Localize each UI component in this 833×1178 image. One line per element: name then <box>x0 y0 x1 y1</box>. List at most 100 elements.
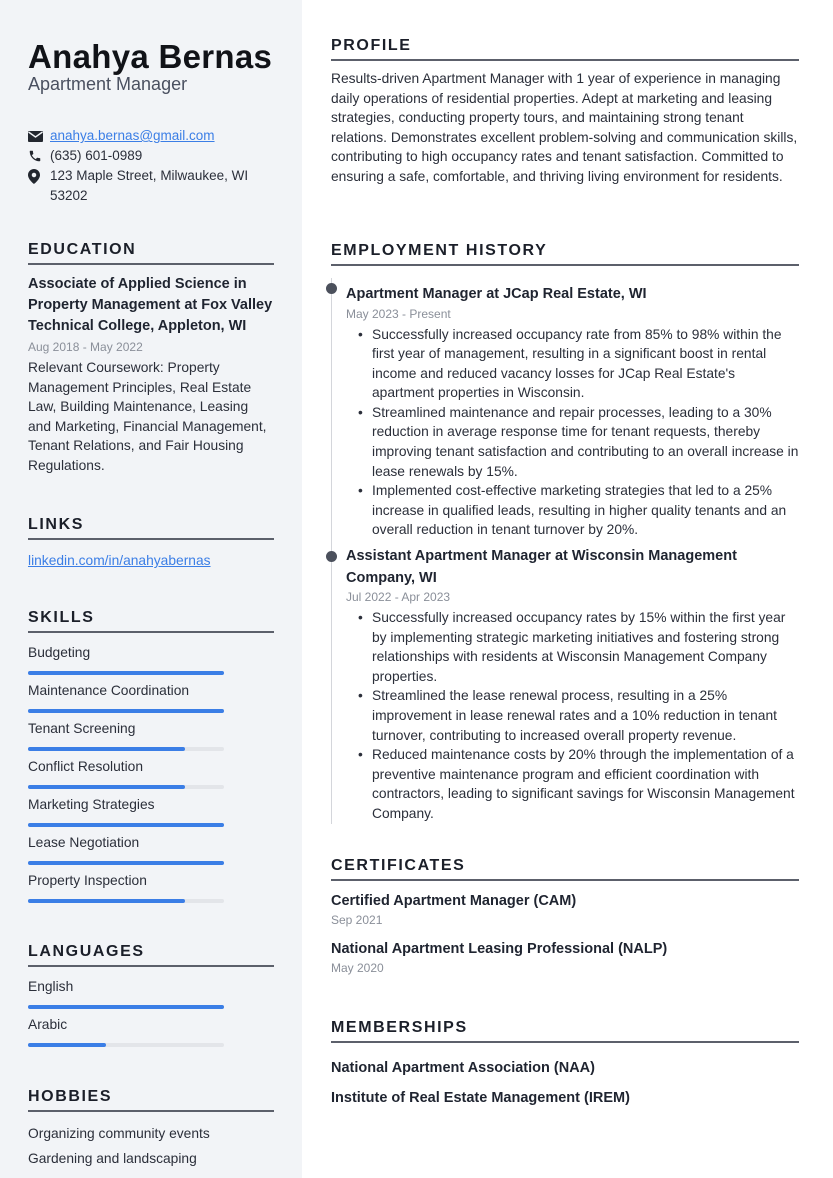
languages-list: English Arabic <box>28 973 274 1049</box>
sidebar: Anahya Bernas Apartment Manager anahya.b… <box>0 0 302 1178</box>
phone-number: (635) 601-0989 <box>50 148 143 163</box>
employment-section: EMPLOYMENT HISTORY Apartment Manager at … <box>326 242 799 830</box>
hobbies-heading: HOBBIES <box>28 1088 274 1112</box>
phone-icon <box>28 146 50 166</box>
skill-level-track <box>28 671 224 675</box>
membership-item: Institute of Real Estate Management (IRE… <box>331 1090 630 1106</box>
skill-level-fill <box>28 823 224 827</box>
memberships-section: MEMBERSHIPS National Apartment Associati… <box>331 1019 799 1113</box>
hobby-item: Gardening and landscaping <box>28 1150 197 1166</box>
language-level-fill <box>28 1005 224 1009</box>
job-bullet: Successfully increased occupancy rates b… <box>346 608 799 686</box>
linkedin-link[interactable]: linkedin.com/in/anahyabernas <box>28 553 274 568</box>
contact-info: anahya.bernas@gmail.com (635) 601-0989 1… <box>28 126 278 206</box>
contact-phone: (635) 601-0989 <box>28 146 278 166</box>
job-dates: May 2023 - Present <box>346 306 451 321</box>
envelope-icon <box>28 126 50 146</box>
skill-label: Budgeting <box>28 645 91 660</box>
skill-label: Property Inspection <box>28 873 147 888</box>
profile-text: Results-driven Apartment Manager with 1 … <box>331 71 798 184</box>
education-description: Relevant Coursework: Property Management… <box>28 360 267 473</box>
links-section: LINKS linkedin.com/in/anahyabernas <box>28 516 274 568</box>
employment-timeline: Apartment Manager at JCap Real Estate, W… <box>326 278 799 824</box>
certificate-title: Certified Apartment Manager (CAM) <box>331 893 577 909</box>
certificate-date: Sep 2021 <box>331 913 383 927</box>
skill-level-track <box>28 861 224 865</box>
job-bullets: Successfully increased occupancy rates b… <box>346 608 799 824</box>
language-item: English <box>28 973 274 1011</box>
candidate-name: Anahya Bernas <box>28 38 273 75</box>
job-entry: Assistant Apartment Manager at Wisconsin… <box>326 546 799 824</box>
skill-level-fill <box>28 671 224 675</box>
job-bullet: Streamlined the lease renewal process, r… <box>346 686 799 745</box>
contact-address: 123 Maple Street, Milwaukee, WI 53202 <box>28 166 278 206</box>
skill-level-track <box>28 709 224 713</box>
profile-section: PROFILE Results-driven Apartment Manager… <box>331 37 799 187</box>
certificate-item: National Apartment Leasing Professional … <box>331 939 799 977</box>
job-dates: Jul 2022 - Apr 2023 <box>346 590 451 605</box>
skill-level-fill <box>28 899 185 903</box>
timeline-dot-icon <box>326 283 337 294</box>
skill-item: Conflict Resolution <box>28 753 274 791</box>
job-bullet: Successfully increased occupancy rate fr… <box>346 325 799 403</box>
certificate-item: Certified Apartment Manager (CAM) Sep 20… <box>331 891 799 929</box>
certificate-title: National Apartment Leasing Professional … <box>331 941 668 957</box>
skill-level-fill <box>28 709 224 713</box>
candidate-title: Apartment Manager <box>28 74 188 94</box>
skill-level-fill <box>28 747 185 751</box>
skills-list: Budgeting Maintenance Coordination Tenant … <box>28 639 274 905</box>
certificates-section: CERTIFICATES Certified Apartment Manager… <box>331 857 799 977</box>
certificates-heading: CERTIFICATES <box>331 857 799 881</box>
job-bullet: Reduced maintenance costs by 20% through… <box>346 745 799 823</box>
skill-label: Conflict Resolution <box>28 759 144 774</box>
language-level-fill <box>28 1043 107 1047</box>
employment-heading: EMPLOYMENT HISTORY <box>331 242 799 266</box>
skill-level-fill <box>28 785 185 789</box>
language-level-track <box>28 1043 224 1047</box>
job-title: Assistant Apartment Manager at Wisconsin… <box>346 548 737 586</box>
job-bullet: Streamlined maintenance and repair proce… <box>346 403 799 481</box>
language-level-track <box>28 1005 224 1009</box>
skills-section: SKILLS Budgeting Maintenance Coordination… <box>28 609 274 905</box>
job-title: Apartment Manager at JCap Real Estate, W… <box>346 286 647 302</box>
skill-item: Tenant Screening <box>28 715 274 753</box>
education-dates: Aug 2018 - May 2022 <box>28 340 143 354</box>
language-item: Arabic <box>28 1011 274 1049</box>
skill-item: Maintenance Coordination <box>28 677 274 715</box>
language-label: English <box>28 979 74 994</box>
email-link[interactable]: anahya.bernas@gmail.com <box>50 126 215 146</box>
skill-label: Maintenance Coordination <box>28 683 190 698</box>
languages-heading: LANGUAGES <box>28 943 274 967</box>
education-degree: Associate of Applied Science in Property… <box>28 276 273 334</box>
address: 123 Maple Street, Milwaukee, WI 53202 <box>50 168 249 203</box>
job-bullet: Implemented cost-effective marketing str… <box>346 481 799 540</box>
certificate-date: May 2020 <box>331 961 384 975</box>
skill-level-track <box>28 899 224 903</box>
memberships-heading: MEMBERSHIPS <box>331 1019 799 1043</box>
skill-label: Tenant Screening <box>28 721 136 736</box>
education-section: EDUCATION Associate of Applied Science i… <box>28 241 274 476</box>
skill-level-fill <box>28 861 224 865</box>
language-label: Arabic <box>28 1017 68 1032</box>
skill-level-track <box>28 785 224 789</box>
links-heading: LINKS <box>28 516 274 540</box>
education-heading: EDUCATION <box>28 241 274 265</box>
skill-item: Budgeting <box>28 639 274 677</box>
languages-section: LANGUAGES English Arabic <box>28 943 274 1049</box>
skill-level-track <box>28 823 224 827</box>
hobby-item: Organizing community events <box>28 1126 210 1141</box>
job-bullets: Successfully increased occupancy rate fr… <box>346 325 799 541</box>
skill-label: Lease Negotiation <box>28 835 140 850</box>
job-entry: Apartment Manager at JCap Real Estate, W… <box>326 278 799 541</box>
hobbies-section: HOBBIES Organizing community events Gard… <box>28 1088 274 1171</box>
skill-label: Marketing Strategies <box>28 797 155 812</box>
membership-item: National Apartment Association (NAA) <box>331 1060 595 1076</box>
skill-item: Property Inspection <box>28 867 274 905</box>
map-pin-icon <box>28 166 50 186</box>
contact-email: anahya.bernas@gmail.com <box>28 126 278 146</box>
skill-item: Marketing Strategies <box>28 791 274 829</box>
timeline-dot-icon <box>326 551 337 563</box>
profile-heading: PROFILE <box>331 37 799 61</box>
skills-heading: SKILLS <box>28 609 274 633</box>
skill-item: Lease Negotiation <box>28 829 274 867</box>
